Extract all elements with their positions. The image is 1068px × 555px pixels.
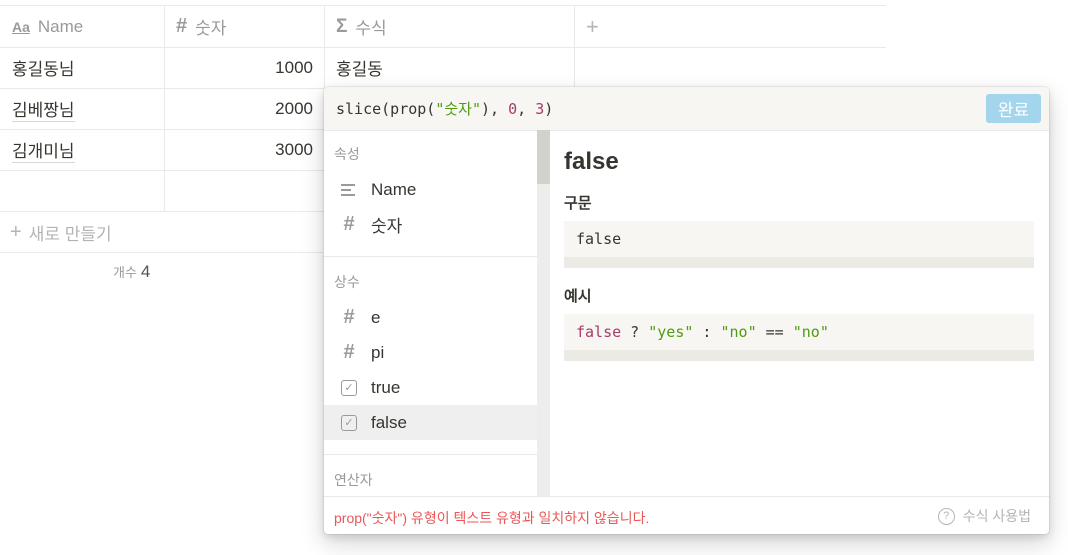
text-lines-icon	[338, 183, 360, 197]
row-formula: 홍길동	[336, 60, 383, 79]
code-string: "no"	[792, 323, 829, 341]
example-code: false ? "yes" : "no" == "no"	[564, 314, 1034, 350]
code-keyword: false	[576, 323, 622, 341]
item-label: false	[371, 412, 407, 432]
item-label: pi	[371, 342, 385, 362]
row-name: 홍길동님	[12, 60, 75, 79]
expr-number: 3	[535, 100, 545, 118]
syntax-code-block: false	[564, 221, 1034, 268]
expr-string: "숫자"	[435, 100, 482, 118]
formula-property-icon: Σ	[336, 15, 348, 37]
formula-footer: prop("숫자") 유형이 텍스트 유형과 일치하지 않습니다. ? 수식 사…	[324, 496, 1049, 534]
item-label: Name	[371, 179, 417, 199]
hash-icon: #	[343, 341, 355, 363]
section-title-constants: 상수	[334, 274, 360, 290]
divider	[324, 454, 537, 455]
formula-input[interactable]: slice(prop("숫자"), 0, 3)	[336, 98, 553, 119]
new-row-button[interactable]: + 새로 만들기	[0, 213, 323, 253]
number-cell[interactable]: 3000	[165, 129, 325, 170]
table-row[interactable]: 홍길동님 1000 홍길동	[0, 47, 886, 89]
section-title-properties: 속성	[334, 146, 360, 162]
expr-number: 0	[508, 100, 518, 118]
count-value: 4	[140, 262, 151, 281]
column-header-formula[interactable]: Σ 수식	[325, 6, 575, 47]
section-title-operators: 연산자	[334, 472, 373, 488]
code-op: ?	[621, 323, 649, 341]
code-string: "yes"	[648, 323, 694, 341]
list-item-true[interactable]: ✓ true	[324, 370, 537, 405]
list-item-pi[interactable]: # pi	[324, 335, 537, 370]
formula-cell[interactable]: 홍길동	[325, 47, 575, 88]
example-label: 예시	[564, 288, 592, 305]
scrollbar[interactable]	[537, 130, 550, 496]
name-cell[interactable]: 김베짱님	[0, 88, 165, 129]
item-label: e	[371, 307, 381, 327]
divider	[324, 256, 537, 257]
code-scrollbar	[564, 257, 1034, 268]
code-scrollbar	[564, 350, 1034, 361]
row-name: 김개미님	[12, 137, 75, 163]
done-button[interactable]: 완료	[986, 94, 1041, 123]
expr-part: ),	[481, 100, 509, 118]
syntax-label: 구문	[564, 195, 592, 212]
plus-icon: +	[586, 13, 599, 39]
reference-list[interactable]: 속성 Name # 숫자 상수 # e # pi ✓ true ✓ false	[324, 130, 537, 496]
list-item-number-property[interactable]: # 숫자	[324, 207, 537, 242]
hash-icon: #	[343, 306, 355, 328]
code-op: ==	[756, 323, 793, 341]
count-label: 개수	[113, 265, 137, 280]
name-cell[interactable]: 김개미님	[0, 129, 165, 170]
column-label: 수식	[355, 19, 387, 38]
checkbox-icon: ✓	[338, 379, 360, 396]
table-header: Aa Name # 숫자 Σ 수식 +	[0, 5, 886, 48]
error-message: prop("숫자") 유형이 텍스트 유형과 일치하지 않습니다.	[334, 510, 650, 526]
row-name: 김베짱님	[12, 96, 75, 122]
expr-part: )	[544, 100, 554, 118]
plus-icon: +	[10, 221, 22, 243]
row-number: 3000	[275, 139, 313, 159]
scrollbar-thumb[interactable]	[537, 130, 550, 184]
column-header-name[interactable]: Aa Name	[0, 6, 165, 47]
column-label: Name	[37, 16, 84, 36]
code-op: :	[693, 323, 721, 341]
number-cell[interactable]	[165, 170, 325, 211]
number-property-icon: #	[176, 15, 188, 37]
expr-part: slice(prop(	[336, 100, 436, 118]
hash-icon: #	[343, 213, 355, 235]
number-cell[interactable]: 2000	[165, 88, 325, 129]
code-string: "no"	[720, 323, 757, 341]
empty-cell	[575, 47, 886, 88]
formula-editor-popup: slice(prop("숫자"), 0, 3) 완료 속성 Name # 숫자 …	[324, 87, 1049, 534]
detail-title: false	[564, 148, 619, 175]
row-count[interactable]: 개수 4	[113, 262, 150, 282]
new-row-label: 새로 만들기	[28, 225, 112, 244]
list-item-false[interactable]: ✓ false	[324, 405, 537, 440]
formula-input-bar: slice(prop("숫자"), 0, 3) 완료	[324, 87, 1049, 131]
column-label: 숫자	[195, 19, 227, 38]
column-header-number[interactable]: # 숫자	[165, 6, 325, 47]
item-label: true	[371, 377, 401, 397]
formula-help-link[interactable]: ? 수식 사용법	[937, 506, 1031, 526]
item-label: 숫자	[371, 217, 403, 236]
number-cell[interactable]: 1000	[165, 47, 325, 88]
add-column-button[interactable]: +	[575, 6, 886, 47]
checkbox-icon: ✓	[338, 414, 360, 431]
list-item-e[interactable]: # e	[324, 300, 537, 335]
syntax-code: false	[576, 230, 622, 248]
expr-part: ,	[517, 100, 536, 118]
list-item-name-property[interactable]: Name	[324, 172, 537, 207]
row-number: 1000	[275, 57, 313, 77]
question-icon: ?	[937, 507, 955, 525]
text-property-icon: Aa	[12, 18, 30, 35]
row-number: 2000	[275, 98, 313, 118]
name-cell[interactable]	[0, 170, 165, 211]
detail-panel: false 구문 false 예시 false ? "yes" : "no" =…	[550, 130, 1049, 496]
help-label: 수식 사용법	[962, 508, 1031, 524]
example-code-block: false ? "yes" : "no" == "no"	[564, 314, 1034, 361]
name-cell[interactable]: 홍길동님	[0, 47, 165, 88]
